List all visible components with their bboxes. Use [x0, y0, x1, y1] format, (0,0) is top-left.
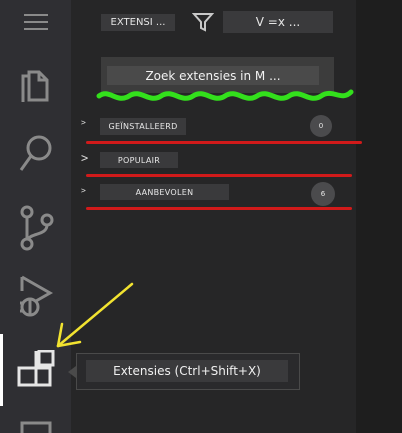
- activity-bar: [0, 0, 71, 433]
- accounts-icon[interactable]: [0, 418, 71, 433]
- chevron-right-icon: >: [81, 186, 86, 195]
- view-title: EXTENSI ...: [101, 14, 175, 31]
- explorer-icon[interactable]: [0, 54, 71, 114]
- section-installed-label: GEÏNSTALLEERD: [100, 118, 186, 135]
- green-annotation-squiggle: [96, 89, 354, 101]
- red-annotation-line: [86, 174, 352, 177]
- section-popular-label: POPULAIR: [100, 152, 178, 168]
- more-actions-button[interactable]: V =x ...: [223, 11, 333, 33]
- editor-area: [356, 0, 402, 433]
- red-annotation-line: [86, 207, 352, 210]
- installed-count-badge: 0: [310, 115, 332, 137]
- yellow-annotation-arrow: [56, 282, 134, 348]
- recommended-count-badge: 6: [311, 182, 335, 206]
- tooltip-pointer: [68, 366, 76, 378]
- tooltip-text: Extensies (Ctrl+Shift+X): [86, 360, 288, 382]
- chevron-right-icon: >: [81, 151, 89, 165]
- section-recommended-label: AANBEVOLEN: [100, 184, 229, 200]
- search-icon[interactable]: [0, 124, 71, 184]
- filter-icon[interactable]: [191, 12, 215, 32]
- menu-icon[interactable]: [0, 0, 71, 44]
- source-control-icon[interactable]: [0, 198, 71, 258]
- chevron-right-icon: >: [81, 118, 86, 127]
- red-annotation-line: [86, 141, 362, 144]
- search-input[interactable]: Zoek extensies in M ...: [107, 66, 319, 85]
